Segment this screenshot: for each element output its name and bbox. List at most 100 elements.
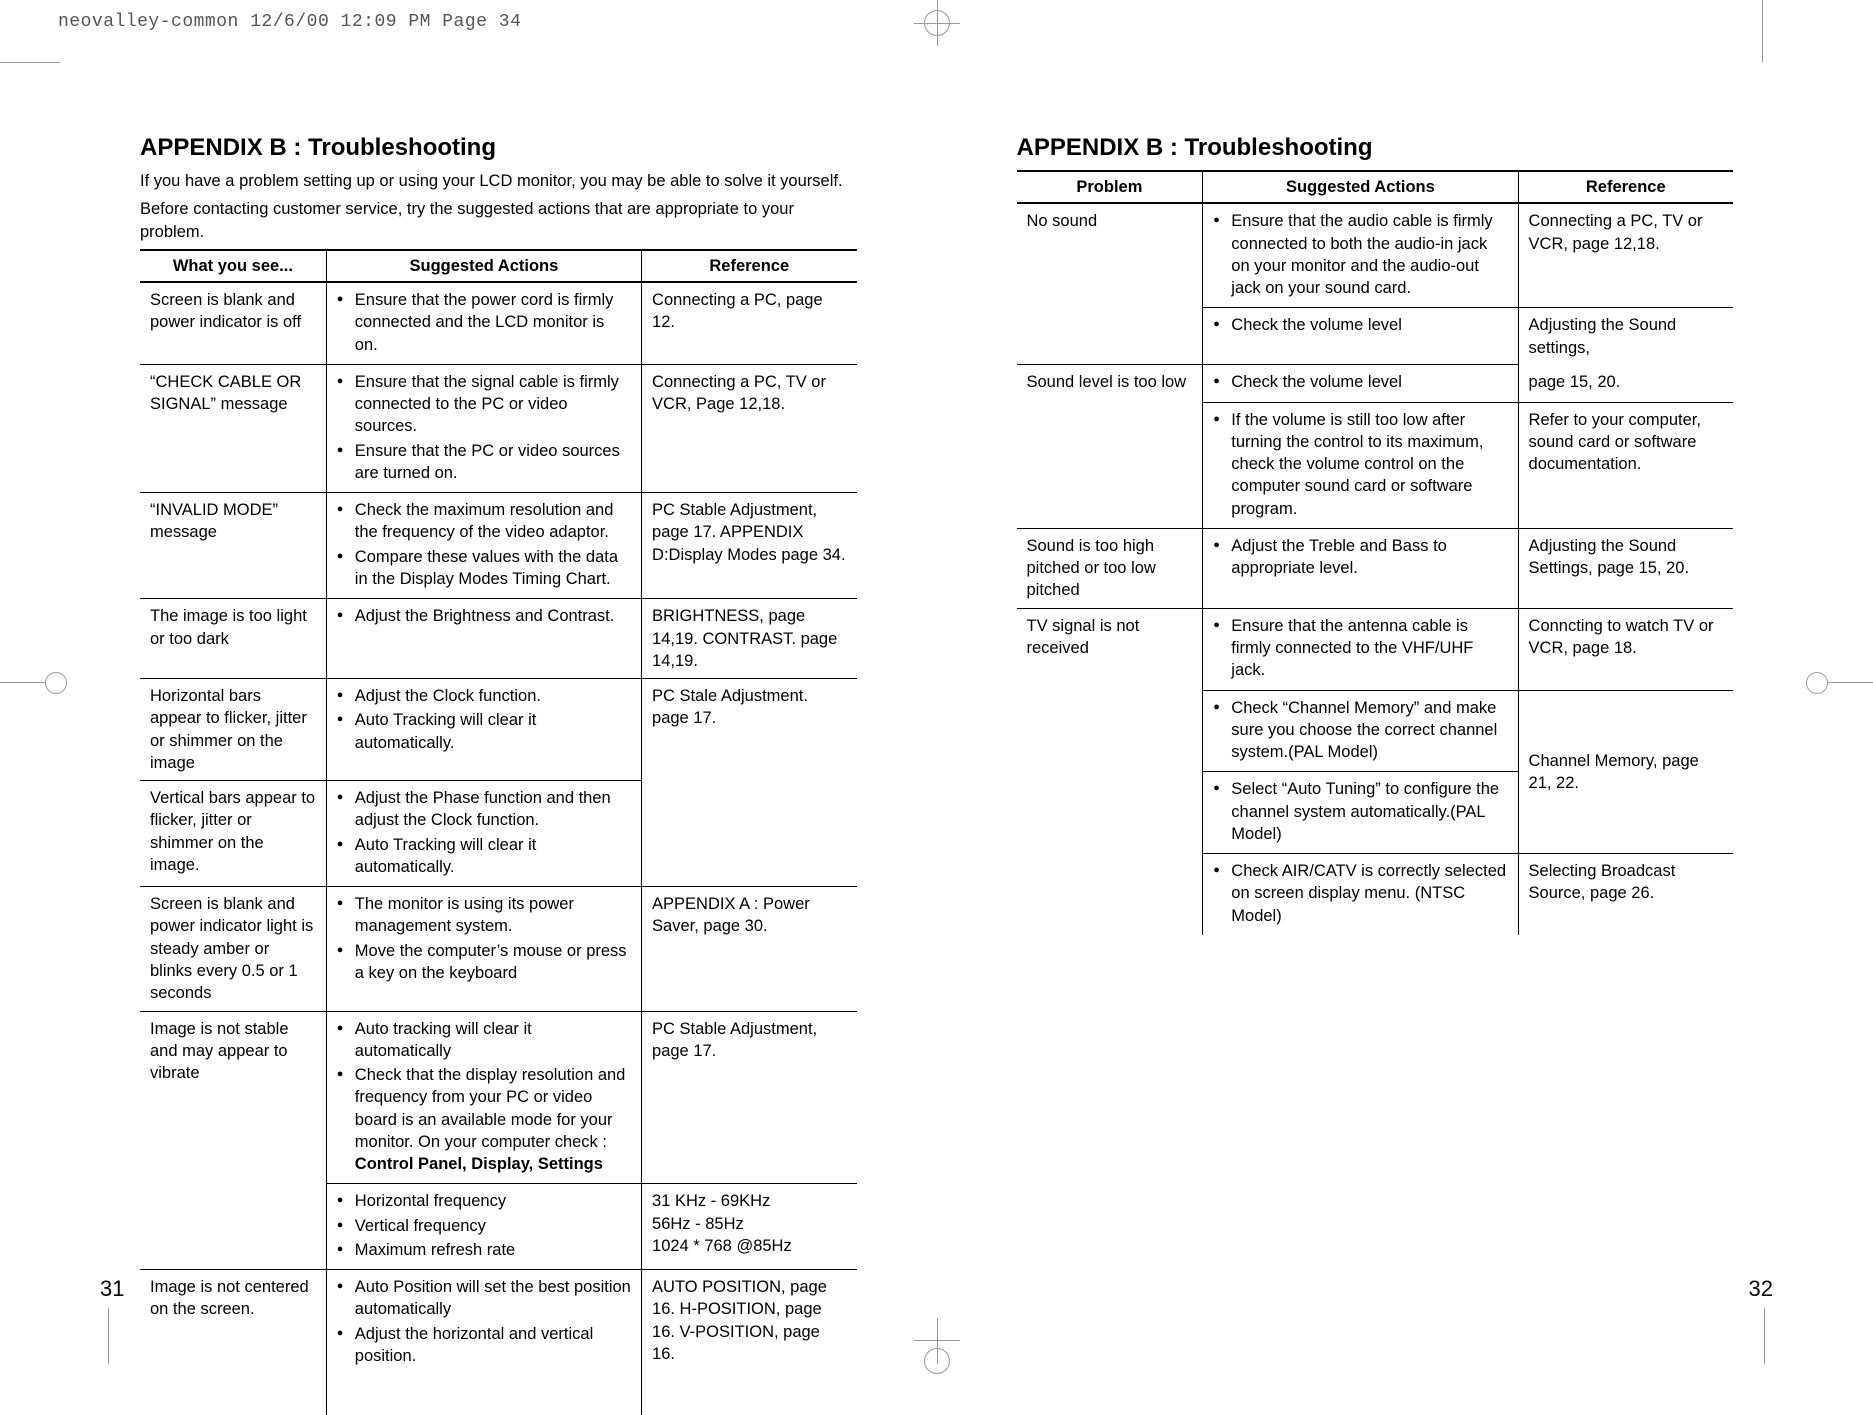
cell-problem: [1017, 308, 1203, 365]
col-header-reference: Reference: [642, 250, 857, 282]
table-row: Horizontal bars appear to flicker, jitte…: [140, 679, 857, 781]
cell-actions: Check the maximum resolution and the fre…: [326, 493, 641, 599]
cell-problem: TV signal is not received: [1017, 608, 1203, 690]
bullet-item: Ensure that the PC or video sources are …: [337, 440, 631, 485]
cell-actions: Auto tracking will clear it automaticall…: [326, 1011, 641, 1184]
bullet-item: Ensure that the signal cable is firmly c…: [337, 371, 631, 438]
cell-reference: Adjusting the Sound Settings, page 15, 2…: [1518, 528, 1733, 608]
cell-problem: Screen is blank and power indicator is o…: [140, 282, 326, 364]
appendix-title: APPENDIX B : Troubleshooting: [1017, 134, 1734, 162]
cell-reference: page 15, 20.: [1518, 365, 1733, 402]
cell-actions: The monitor is using its power managemen…: [326, 887, 641, 1011]
cell-actions: Auto Position will set the best position…: [326, 1270, 641, 1376]
cell-problem: Screen is blank and power indicator ligh…: [140, 887, 326, 1011]
bullet-item: Auto Tracking will clear it automaticall…: [337, 709, 631, 754]
col-header-reference: Reference: [1518, 171, 1733, 203]
bullet-item: If the volume is still too low after tur…: [1213, 409, 1507, 520]
cell-actions: Adjust the Treble and Bass to appropriat…: [1203, 528, 1518, 608]
cell-problem: The image is too light or too dark: [140, 599, 326, 679]
intro-text: Before contacting customer service, try …: [140, 198, 857, 243]
bullet-item: Move the computer’s mouse or press a key…: [337, 940, 631, 985]
bullet-item: Adjust the Phase function and then adjus…: [337, 787, 631, 832]
cell-actions: Check the volume level: [1203, 308, 1518, 365]
table-row: Screen is blank and power indicator is o…: [140, 282, 857, 364]
cell-actions: Adjust the Brightness and Contrast.: [326, 599, 641, 679]
cell-problem: Image is not stable and may appear to vi…: [140, 1011, 326, 1184]
cell-actions: Check AIR/CATV is correctly selected on …: [1203, 854, 1518, 935]
cell-reference: [642, 781, 857, 887]
bullet-item: Adjust the Brightness and Contrast.: [337, 605, 631, 627]
crop-mark: [0, 62, 60, 63]
bullet-item: Check AIR/CATV is correctly selected on …: [1213, 860, 1507, 927]
troubleshooting-table-left: What you see... Suggested Actions Refere…: [140, 249, 857, 1415]
bullet-item: Check the volume level: [1213, 314, 1507, 336]
cell-problem: Sound is too high pitched or too low pit…: [1017, 528, 1203, 608]
cell-problem: Image is not centered on the screen.: [140, 1270, 326, 1376]
table-row: Image is not stable and may appear to vi…: [140, 1011, 857, 1184]
table-row: Sound is too high pitched or too low pit…: [1017, 528, 1734, 608]
col-header-problem: What you see...: [140, 250, 326, 282]
cell-actions: Ensure that the power cord is firmly con…: [326, 282, 641, 364]
col-header-actions: Suggested Actions: [326, 250, 641, 282]
bullet-item: Check “Channel Memory” and make sure you…: [1213, 697, 1507, 764]
print-slug: neovalley-common 12/6/00 12:09 PM Page 3…: [58, 12, 521, 32]
right-page: APPENDIX B : Troubleshooting Problem Sug…: [1017, 100, 1734, 1244]
cell-problem: “CHECK CABLE OR SIGNAL” message: [140, 364, 326, 492]
cell-problem: [1017, 402, 1203, 528]
table-row: Vertical bars appear to flicker, jitter …: [140, 781, 857, 887]
cell-problem: No sound: [1017, 203, 1203, 308]
table-row: The image is too light or too dark Adjust…: [140, 599, 857, 679]
bullet-item: Ensure that the power cord is firmly con…: [337, 289, 631, 356]
page-number: 32: [1749, 1276, 1773, 1302]
left-page: APPENDIX B : Troubleshooting If you have…: [140, 100, 857, 1244]
cell-actions: Select “Auto Tuning” to configure the ch…: [1203, 772, 1518, 854]
cell-reference: Channel Memory, page 21, 22.: [1518, 690, 1733, 854]
table-row: Image is not centered on the screen.Auto…: [140, 1270, 857, 1376]
cell-actions: Adjust the Phase function and then adjus…: [326, 781, 641, 887]
cell-reference: Adjusting the Sound settings,: [1518, 308, 1733, 365]
cell-actions: Ensure that the signal cable is firmly c…: [326, 364, 641, 492]
bullet-item: Vertical frequency: [337, 1215, 631, 1237]
appendix-title: APPENDIX B : Troubleshooting: [140, 134, 857, 162]
bullet-item: Check the maximum resolution and the fre…: [337, 499, 631, 544]
bullet-item: Adjust the Treble and Bass to appropriat…: [1213, 535, 1507, 580]
cell-reference: Refer to your computer, sound card or so…: [1518, 402, 1733, 528]
col-header-problem: Problem: [1017, 171, 1203, 203]
cell-actions: Ensure that the antenna cable is firmly …: [1203, 608, 1518, 690]
cell-reference: 31 KHz - 69KHz 56Hz - 85Hz 1024 * 768 @8…: [642, 1184, 857, 1270]
crop-mark: [1762, 0, 1763, 62]
cell-problem: Horizontal bars appear to flicker, jitte…: [140, 679, 326, 781]
cell-reference: Connecting a PC, TV or VCR, page 12,18.: [1518, 203, 1733, 308]
table-row: Horizontal frequencyVertical frequencyMa…: [140, 1184, 857, 1270]
table-row: Screen is blank and power indicator ligh…: [140, 887, 857, 1011]
table-row: “INVALID MODE” messageCheck the maximum …: [140, 493, 857, 599]
bullet-item: Maximum refresh rate: [337, 1239, 631, 1261]
cell-problem: [1017, 772, 1203, 854]
registration-mark-icon: [924, 1338, 950, 1364]
table-row: Sound level is too low Check the volume l…: [1017, 365, 1734, 402]
cell-reference: Conncting to watch TV or VCR, page 18.: [1518, 608, 1733, 690]
cell-problem: “INVALID MODE” message: [140, 493, 326, 599]
crop-mark: [108, 1308, 109, 1364]
page-spread: APPENDIX B : Troubleshooting If you have…: [140, 100, 1733, 1244]
bullet-item: Check the volume level: [1213, 371, 1507, 393]
cell-problem: [1017, 854, 1203, 935]
table-row: Check “Channel Memory” and make sure you…: [1017, 690, 1734, 772]
table-row: If the volume is still too low after tur…: [1017, 402, 1734, 528]
bullet-item: Adjust the horizontal and vertical posit…: [337, 1323, 631, 1368]
troubleshooting-table-right: Problem Suggested Actions Reference No s…: [1017, 170, 1734, 935]
bullet-item: Compare these values with the data in th…: [337, 546, 631, 591]
cell-problem: Sound level is too low: [1017, 365, 1203, 402]
table-row: Check the volume level Adjusting the Soun…: [1017, 308, 1734, 365]
bullet-item: Ensure that the antenna cable is firmly …: [1213, 615, 1507, 682]
bullet-item: The monitor is using its power managemen…: [337, 893, 631, 938]
table-row: “CHECK CABLE OR SIGNAL” messageEnsure th…: [140, 364, 857, 492]
page-number: 31: [100, 1276, 124, 1302]
cell-reference: AUTO POSITION, page 16. H-POSITION, page…: [642, 1270, 857, 1376]
cell-reference: BRIGHTNESS, page 14,19. CONTRAST. page 1…: [642, 599, 857, 679]
registration-mark-icon: [0, 682, 50, 683]
cell-actions: Check “Channel Memory” and make sure you…: [1203, 690, 1518, 772]
bullet-item: Check that the display resolution and fr…: [337, 1064, 631, 1175]
cell-actions: If the volume is still too low after tur…: [1203, 402, 1518, 528]
cell-actions: Adjust the Clock function.Auto Tracking …: [326, 679, 641, 781]
